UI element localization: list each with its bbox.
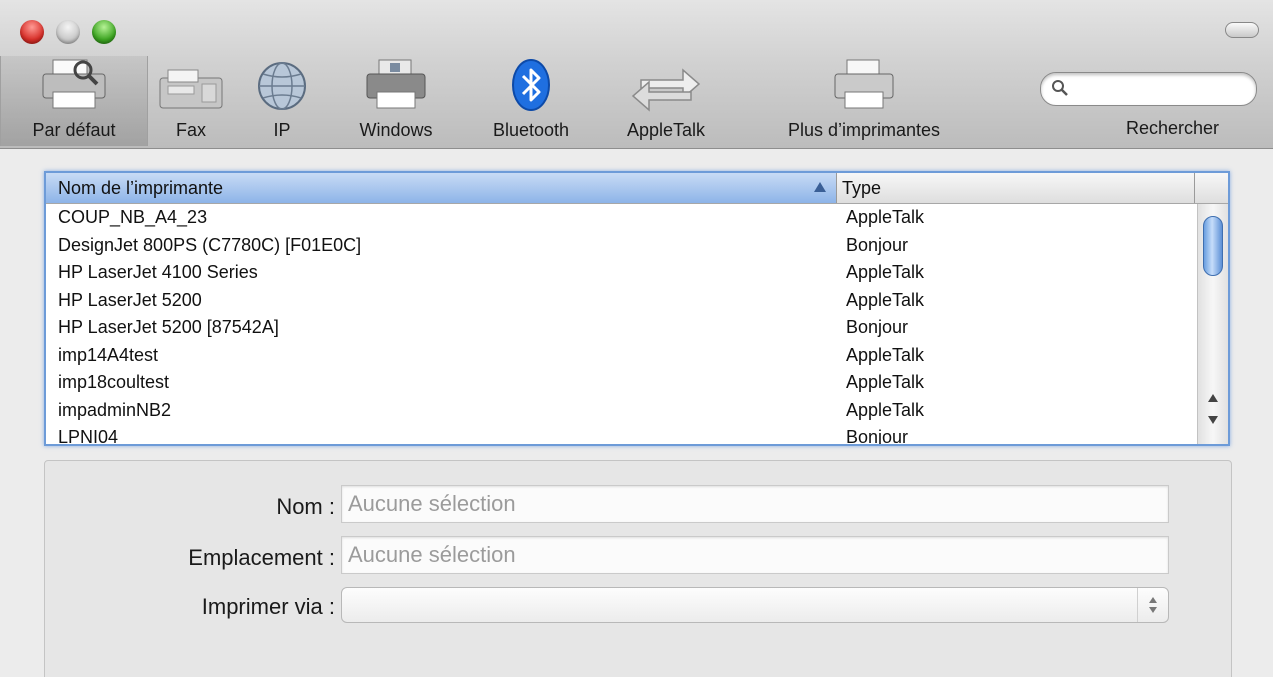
name-input[interactable] bbox=[342, 486, 1168, 522]
add-printer-window: Par défaut Fax IP Windows Bluetooth Appl… bbox=[0, 0, 1273, 677]
bluetooth-icon bbox=[512, 59, 550, 111]
column-header-type[interactable]: Type bbox=[838, 173, 1195, 203]
toolbar-item-appletalk[interactable]: AppleTalk bbox=[604, 56, 728, 146]
table-row[interactable]: LPNI04 Bonjour bbox=[46, 424, 1196, 446]
toolbar-item-label: Bluetooth bbox=[492, 120, 570, 140]
printer-rows: COUP_NB_A4_23 AppleTalk DesignJet 800PS … bbox=[46, 204, 1196, 446]
toolbar-item-label: Windows bbox=[359, 120, 433, 140]
toolbar-item-more-printers[interactable]: Plus d’imprimantes bbox=[748, 56, 980, 146]
more-printers-icon bbox=[834, 59, 894, 109]
popup-arrows bbox=[1137, 588, 1168, 622]
table-row[interactable]: impadminNB2 AppleTalk bbox=[46, 397, 1196, 425]
location-input[interactable] bbox=[342, 537, 1168, 573]
toolbar-item-label: AppleTalk bbox=[626, 120, 706, 140]
printer-name: impadminNB2 bbox=[58, 399, 172, 420]
table-row[interactable]: COUP_NB_A4_23 AppleTalk bbox=[46, 204, 1196, 232]
minimize-window-button[interactable] bbox=[56, 20, 80, 44]
toolbar-item-bluetooth[interactable]: Bluetooth bbox=[474, 56, 588, 146]
printer-type: Bonjour bbox=[846, 234, 909, 255]
toolbar-item-label: Plus d’imprimantes bbox=[787, 120, 941, 140]
up-down-chevron-icon bbox=[1149, 597, 1157, 613]
printer-list[interactable]: Nom de l’imprimante Type COUP_NB_A4_23 A… bbox=[44, 171, 1230, 446]
close-window-button[interactable] bbox=[20, 20, 44, 44]
search-input[interactable] bbox=[1075, 77, 1249, 101]
column-header-name-label: Nom de l’imprimante bbox=[58, 178, 224, 198]
search-field[interactable] bbox=[1040, 72, 1257, 106]
toolbar-item-label: Fax bbox=[175, 120, 206, 140]
print-via-popup[interactable] bbox=[341, 587, 1169, 623]
scroll-up-arrow-icon[interactable] bbox=[1206, 392, 1220, 404]
toolbar-item-label: IP bbox=[273, 120, 291, 140]
windows-printer-icon bbox=[366, 59, 426, 109]
print-via-label: Imprimer via : bbox=[201, 594, 335, 619]
toolbar-toggle-button[interactable] bbox=[1225, 22, 1259, 38]
toolbar-item-default[interactable]: Par défaut bbox=[0, 56, 148, 146]
toolbar-item-fax[interactable]: Fax bbox=[156, 56, 226, 146]
toolbar-item-label: Par défaut bbox=[32, 120, 116, 140]
printer-details-panel: Nom : Emplacement : Imprimer via : bbox=[44, 460, 1232, 677]
printer-type: Bonjour bbox=[846, 427, 909, 446]
printer-type: AppleTalk bbox=[846, 207, 925, 227]
search-icon bbox=[1052, 80, 1068, 96]
table-row[interactable]: imp14A4test AppleTalk bbox=[46, 342, 1196, 370]
name-field[interactable] bbox=[341, 485, 1169, 523]
printer-name: DesignJet 800PS (C7780C) [F01E0C] bbox=[58, 234, 362, 255]
table-row[interactable]: HP LaserJet 5200 AppleTalk bbox=[46, 287, 1196, 315]
vertical-scrollbar[interactable] bbox=[1197, 204, 1228, 444]
scrollbar-thumb[interactable] bbox=[1203, 216, 1223, 276]
printer-name: LPNI04 bbox=[58, 427, 119, 446]
column-header-type-label: Type bbox=[842, 178, 882, 198]
table-row[interactable]: HP LaserJet 4100 Series AppleTalk bbox=[46, 259, 1196, 287]
printer-type: Bonjour bbox=[846, 317, 909, 337]
sort-ascending-icon bbox=[814, 182, 826, 192]
printer-name: imp14A4test bbox=[58, 344, 159, 365]
list-header: Nom de l’imprimante Type bbox=[46, 173, 1228, 204]
toolbar-item-windows[interactable]: Windows bbox=[344, 56, 448, 146]
fax-icon bbox=[159, 69, 223, 109]
printer-type: AppleTalk bbox=[846, 344, 925, 365]
toolbar-item-ip[interactable]: IP bbox=[250, 56, 314, 146]
name-label: Nom : bbox=[276, 494, 335, 519]
column-header-name[interactable]: Nom de l’imprimante bbox=[46, 173, 837, 203]
location-label: Emplacement : bbox=[188, 545, 335, 570]
appletalk-icon bbox=[631, 68, 701, 112]
printer-name: HP LaserJet 5200 [87542A] bbox=[58, 317, 279, 337]
globe-icon bbox=[258, 62, 306, 110]
table-row[interactable]: HP LaserJet 5200 [87542A] Bonjour bbox=[46, 314, 1196, 342]
table-row[interactable]: imp18coultest AppleTalk bbox=[46, 369, 1196, 397]
printer-type: AppleTalk bbox=[846, 372, 925, 392]
printer-name: HP LaserJet 4100 Series bbox=[58, 262, 258, 282]
search-label: Rechercher bbox=[1125, 118, 1219, 138]
scroll-down-arrow-icon[interactable] bbox=[1206, 414, 1220, 426]
printer-type: AppleTalk bbox=[846, 399, 925, 420]
printer-name: HP LaserJet 5200 bbox=[58, 289, 202, 310]
printer-name: COUP_NB_A4_23 bbox=[58, 207, 208, 227]
location-field[interactable] bbox=[341, 536, 1169, 574]
printer-type: AppleTalk bbox=[846, 262, 925, 282]
printer-name: imp18coultest bbox=[58, 372, 170, 392]
zoom-window-button[interactable] bbox=[92, 20, 116, 44]
toolbar: Par défaut Fax IP Windows Bluetooth Appl… bbox=[0, 0, 1273, 149]
table-row[interactable]: DesignJet 800PS (C7780C) [F01E0C] Bonjou… bbox=[46, 232, 1196, 260]
default-printer-icon bbox=[42, 59, 106, 109]
printer-type: AppleTalk bbox=[846, 289, 925, 310]
